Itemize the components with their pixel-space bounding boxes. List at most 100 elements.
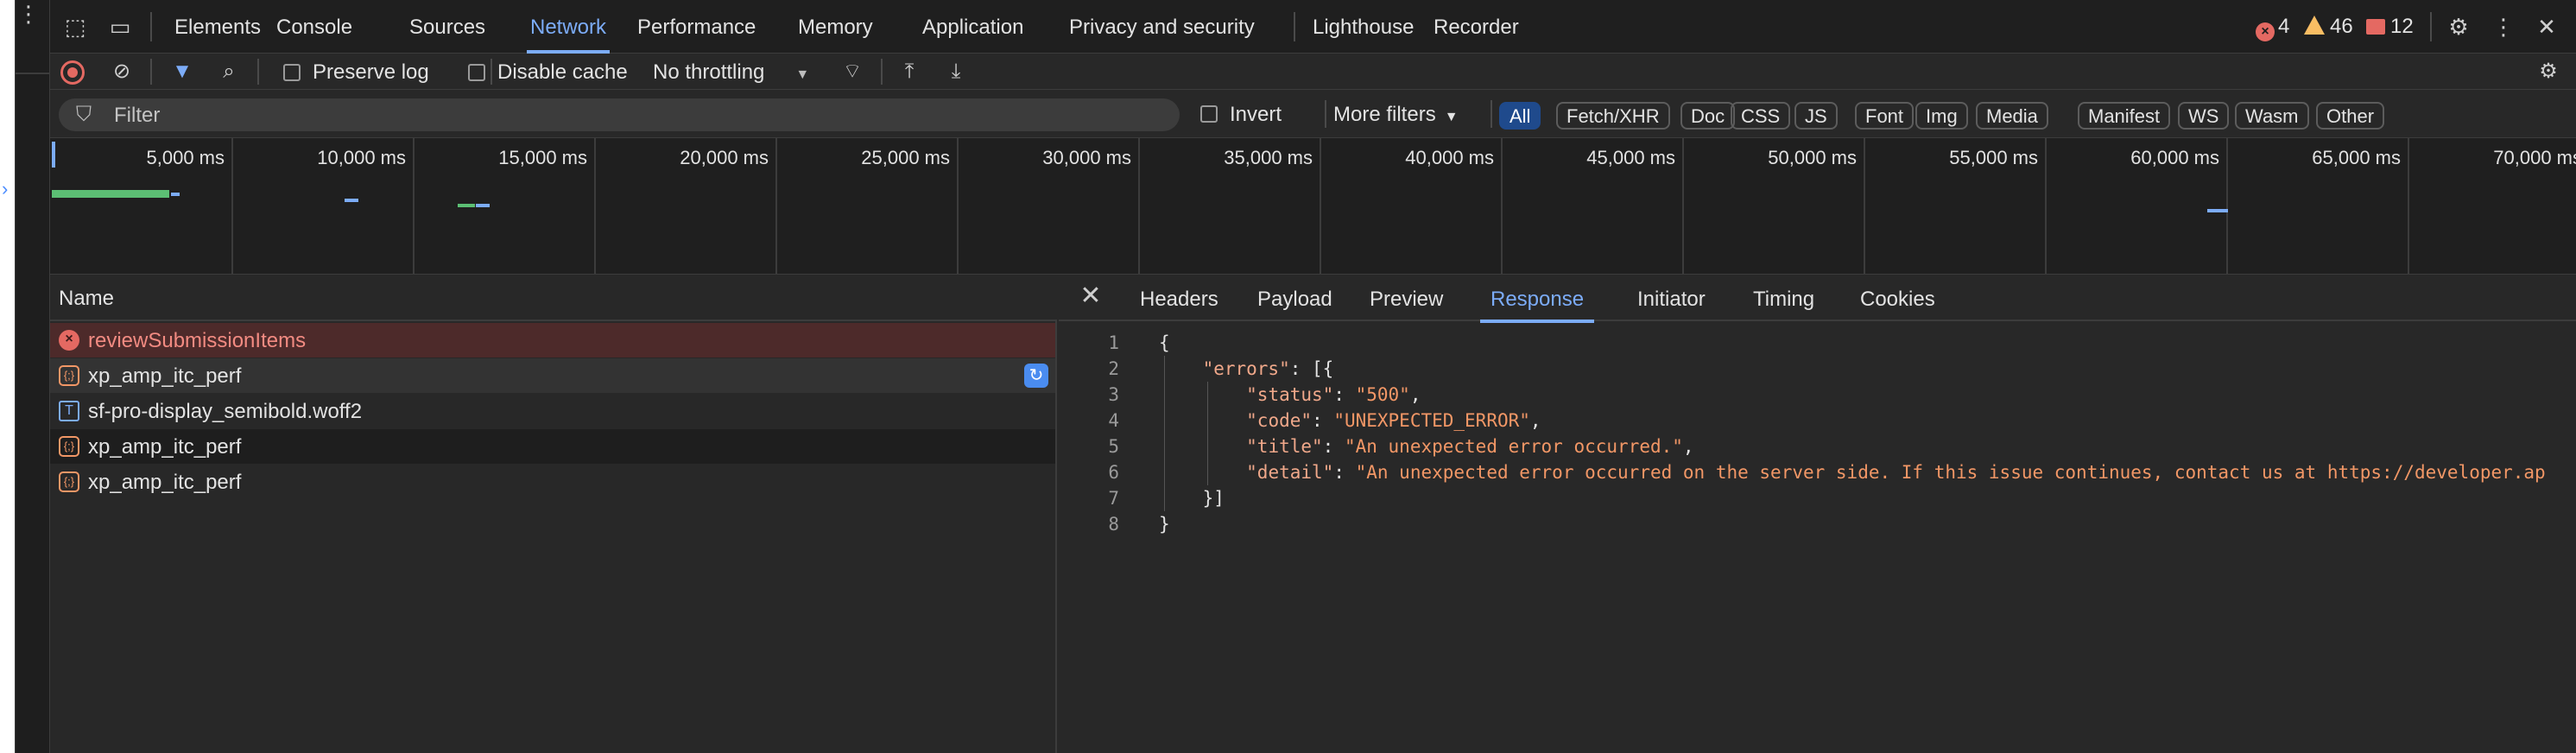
json-string: "500" [1355,384,1410,405]
more-filters-button[interactable]: More filters ▼ [1333,96,1459,132]
record-button[interactable] [60,60,85,85]
tab-application[interactable]: Application [919,0,1027,54]
gear-icon[interactable]: ⚙ [2444,12,2473,41]
code-line: 6 "detail": "An unexpected error occurre… [1059,459,2576,485]
request-row[interactable]: {;} xp_amp_itc_perf [50,429,1055,464]
type-filter-manifest[interactable]: Manifest [2078,102,2171,130]
code-line: 2 "errors": [{ [1059,356,2576,382]
request-details-panel: ✕ Headers Payload Preview Response Initiator… [1059,275,2576,753]
filter-input[interactable]: ⛉ Filter [59,98,1180,131]
invert-checkbox[interactable] [1200,105,1218,123]
toolbar-divider [257,59,259,85]
type-filter-doc[interactable]: Doc [1680,102,1736,130]
tab-console[interactable]: Console [273,0,356,54]
font-icon: T [59,401,79,421]
tab-network[interactable]: Network [527,0,611,54]
filterbar-divider [1325,100,1326,128]
type-filter-all[interactable]: All [1499,102,1541,130]
replay-request-icon[interactable]: ↻ [1024,364,1048,388]
request-row[interactable]: Tsf-pro-display_semibold.woff2 [50,394,1055,428]
close-icon[interactable]: ✕ [2532,12,2561,41]
overview-tick-label: 15,000 ms [498,147,587,168]
export-har-icon[interactable]: ⤓ [941,57,971,86]
tab-privacy-and-security[interactable]: Privacy and security [1066,0,1258,54]
more-options-icon[interactable]: ⋮ [2489,12,2518,41]
warning-icon [2304,16,2325,35]
tabbar-divider [2430,12,2432,41]
json-punctuation: : [1333,384,1356,405]
details-tab-preview[interactable]: Preview [1366,275,1446,321]
network-settings-gear-icon[interactable]: ⚙ [2534,57,2563,86]
type-filter-other[interactable]: Other [2316,102,2385,130]
request-row[interactable]: {;} xp_amp_itc_perf ↻ [50,358,1055,393]
filter-funnel-icon: ⛉ [76,103,92,126]
message-count-value: 12 [2390,15,2414,38]
warning-count[interactable]: 46 [2304,12,2353,41]
overview-tick-label: 10,000 ms [317,147,406,168]
tab-lighthouse[interactable]: Lighthouse [1309,0,1417,54]
code-line: 3 "status": "500", [1059,382,2576,408]
details-tab-initiator[interactable]: Initiator [1634,275,1709,321]
request-list-header[interactable]: Name [50,275,1057,321]
overview-tick-label: 40,000 ms [1405,147,1494,168]
tab-sources[interactable]: Sources [406,0,489,54]
tab-recorder[interactable]: Recorder [1430,0,1522,54]
type-filter-font[interactable]: Font [1855,102,1915,130]
details-tab-headers[interactable]: Headers [1136,275,1222,321]
inspected-page-edge: › [0,0,16,753]
overview-tick-label: 60,000 ms [2130,147,2219,168]
preserve-log-checkbox[interactable] [283,64,301,81]
overview-tick-label: 5,000 ms [146,147,225,168]
type-filter-media[interactable]: Media [1976,102,2048,130]
network-conditions-icon[interactable]: ⌔ [838,57,867,86]
response-viewer[interactable]: 1{2 "errors": [{3 "status": "500", 4 "cod… [1059,330,2576,753]
details-tab-cookies[interactable]: Cookies [1857,275,1939,321]
line-number: 6 [1108,462,1119,483]
kebab-menu-icon[interactable]: ⋮ [17,3,40,25]
request-name: sf-pro-display_semibold.woff2 [88,400,363,423]
toolbar-divider [881,59,883,85]
filter-icon[interactable]: ▼ [168,57,197,86]
disable-cache-label[interactable]: Disable cache [497,54,628,90]
type-filter-css[interactable]: CSS [1731,102,1791,130]
search-icon[interactable]: ⌕ [214,57,244,86]
error-icon: × [2256,22,2275,41]
code-line: 1{ [1059,330,2576,356]
throttling-value: No throttling [653,60,765,84]
error-icon: × [59,330,79,351]
type-filter-ws[interactable]: WS [2178,102,2230,130]
details-tab-timing[interactable]: Timing [1750,275,1818,321]
preserve-log-label[interactable]: Preserve log [313,54,429,90]
error-count-value: 4 [2278,15,2290,38]
import-har-icon[interactable]: ⤒ [895,57,924,86]
tab-memory[interactable]: Memory [794,0,877,54]
tab-performance[interactable]: Performance [634,0,759,54]
type-filter-img[interactable]: Img [1915,102,1968,130]
disable-cache-checkbox[interactable] [468,64,485,81]
type-filter-js[interactable]: JS [1794,102,1838,130]
json-icon: {;} [59,436,79,457]
code-line: 7 }] [1059,485,2576,511]
request-row[interactable]: × reviewSubmissionItems [50,323,1055,358]
indent-guide [1164,356,1165,511]
device-toolbar-icon[interactable]: ▭ [105,12,135,41]
json-punctuation: }] [1159,488,1225,509]
filter-placeholder: Filter [114,104,161,127]
type-filter-wasm[interactable]: Wasm [2235,102,2309,130]
network-overview-timeline[interactable]: 5,000 ms 10,000 ms 15,000 ms 20,000 ms 25,00… [50,138,2576,275]
request-row[interactable]: {;} xp_amp_itc_perf [50,465,1055,499]
error-count[interactable]: × 4 [2256,12,2289,41]
details-tab-response[interactable]: Response [1479,275,1595,323]
message-count[interactable]: 12 [2366,12,2414,41]
overview-tick-label: 45,000 ms [1586,147,1675,168]
invert-label[interactable]: Invert [1230,96,1282,132]
throttling-select[interactable]: No throttling ▼ [653,54,809,90]
clear-icon[interactable]: ⊘ [107,57,136,86]
details-tab-payload[interactable]: Payload [1254,275,1336,321]
request-list: Name × reviewSubmissionItems {;} xp_amp_itc… [50,275,1057,753]
line-number: 2 [1108,358,1119,379]
tab-elements[interactable]: Elements [171,0,264,54]
close-details-icon[interactable]: ✕ [1076,282,1105,311]
type-filter-fetch-xhr[interactable]: Fetch/XHR [1556,102,1670,130]
inspect-element-icon[interactable]: ⬚ [60,12,90,41]
